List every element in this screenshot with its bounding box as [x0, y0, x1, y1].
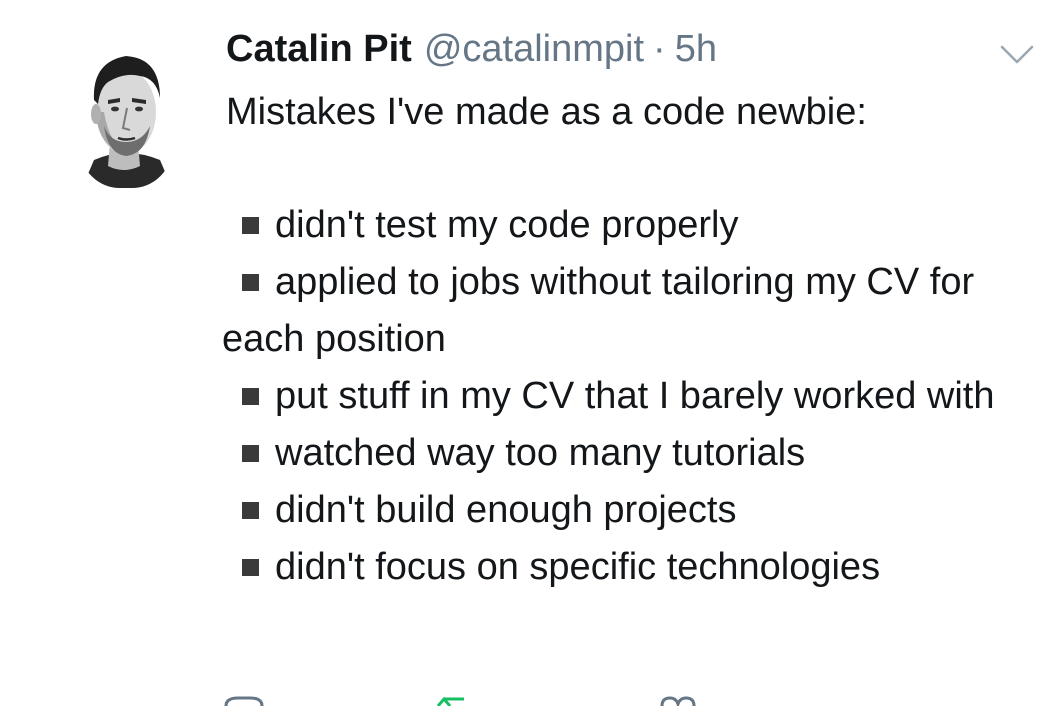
list-item-text: didn't build enough projects: [275, 489, 737, 531]
list-item: put stuff in my CV that I barely worked …: [222, 368, 1042, 425]
display-name[interactable]: Catalin Pit: [226, 26, 412, 72]
tweet[interactable]: Catalin Pit @catalinmpit · 5h Mistakes I…: [0, 0, 1054, 706]
list-item: applied to jobs without tailoring my CV …: [222, 254, 1042, 368]
list-item-text: didn't test my code properly: [275, 204, 739, 246]
avatar[interactable]: [80, 42, 172, 188]
bullet-square-icon: [242, 388, 259, 405]
retweet-icon[interactable]: [430, 696, 474, 706]
tweet-text: Mistakes I've made as a code newbie: did…: [222, 84, 1042, 596]
like-icon[interactable]: [656, 696, 700, 706]
list-item-text: didn't focus on specific technologies: [275, 546, 881, 588]
list-item-text: applied to jobs without tailoring my CV …: [222, 261, 975, 360]
list-item: didn't build enough projects: [222, 482, 1042, 539]
reply-icon[interactable]: [222, 696, 266, 706]
separator: ·: [653, 28, 666, 70]
list-item: watched way too many tutorials: [222, 425, 1042, 482]
tweet-header: Catalin Pit @catalinmpit · 5h: [226, 26, 717, 72]
bullet-square-icon: [242, 217, 259, 234]
bullet-square-icon: [242, 274, 259, 291]
tweet-intro: Mistakes I've made as a code newbie:: [226, 91, 867, 133]
list-item-text: put stuff in my CV that I barely worked …: [275, 375, 995, 417]
avatar-portrait-icon: [80, 42, 172, 188]
user-handle[interactable]: @catalinmpit: [424, 26, 644, 72]
list-item-text: watched way too many tutorials: [275, 432, 806, 474]
list-item: didn't test my code properly: [222, 197, 1042, 254]
bullet-square-icon: [242, 445, 259, 462]
bullet-square-icon: [242, 502, 259, 519]
action-bar: [222, 696, 722, 706]
timestamp[interactable]: 5h: [675, 26, 717, 72]
chevron-down-icon[interactable]: [1000, 44, 1034, 66]
bullet-square-icon: [242, 559, 259, 576]
list-item: didn't focus on specific technologies: [222, 539, 1042, 596]
